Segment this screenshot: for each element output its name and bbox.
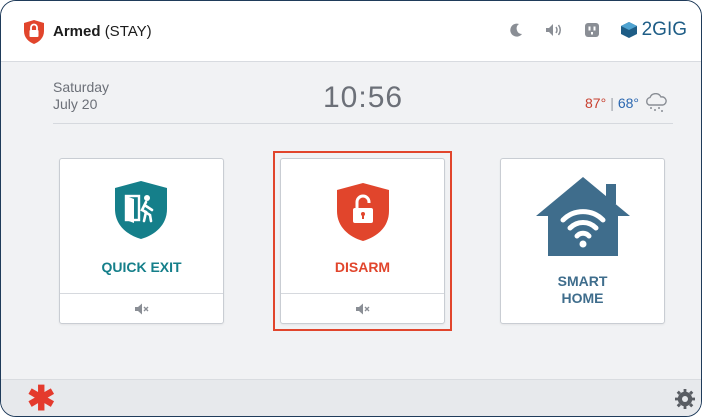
exit-shield-icon: [115, 181, 167, 239]
lock-shield-icon: [24, 20, 44, 44]
info-row: Saturday July 20 10:56 87° | 68°: [53, 79, 673, 124]
status-bar: Armed (STAY) 2GIG: [1, 1, 701, 62]
day-label: Saturday: [53, 79, 110, 95]
temp-high: 87°: [585, 95, 607, 111]
panel-screen: Armed (STAY) 2GIG Saturday July 20 10:56: [0, 0, 702, 417]
brand-name: 2GIG: [641, 19, 687, 40]
disarm-tile[interactable]: DISARM: [280, 158, 445, 324]
quick-exit-tile[interactable]: QUICK EXIT: [59, 158, 224, 324]
temp-separator: |: [610, 95, 614, 111]
mute-icon: [355, 303, 369, 314]
date-label: July 20: [53, 96, 98, 112]
smart-home-label-line2: HOME: [561, 290, 604, 306]
asterisk-icon[interactable]: ✱: [27, 380, 56, 416]
brand-logo-icon: [620, 22, 637, 38]
gear-icon[interactable]: [675, 389, 695, 409]
bottom-bar: ✱: [1, 379, 701, 416]
weather[interactable]: 87° | 68°: [585, 93, 669, 113]
cloud-snow-icon: [646, 93, 667, 112]
temp-low: 68°: [617, 95, 639, 111]
smart-home-tile[interactable]: SMART HOME: [500, 158, 665, 324]
mute-icon: [134, 303, 148, 314]
quick-exit-label: QUICK EXIT: [101, 259, 182, 275]
speaker-icon[interactable]: [544, 20, 564, 40]
moon-icon[interactable]: [506, 20, 526, 40]
outlet-icon[interactable]: [582, 20, 602, 40]
status-icons: 2GIG: [506, 19, 687, 41]
clock: 10:56: [323, 81, 404, 114]
smart-home-label-line1: SMART: [557, 273, 608, 289]
disarm-label: DISARM: [334, 259, 391, 275]
disarm-footer[interactable]: [281, 293, 444, 323]
unlock-shield-icon: [337, 183, 389, 241]
brand-logo: 2GIG: [620, 19, 687, 41]
quick-exit-footer[interactable]: [60, 293, 223, 323]
arm-status[interactable]: Armed (STAY): [53, 23, 152, 40]
smart-home-label: SMART HOME: [501, 273, 664, 307]
smart-home-icon: [536, 177, 630, 256]
arm-status-state: Armed: [53, 23, 101, 40]
arm-status-mode: (STAY): [104, 23, 152, 40]
date-block: Saturday July 20: [53, 79, 109, 113]
